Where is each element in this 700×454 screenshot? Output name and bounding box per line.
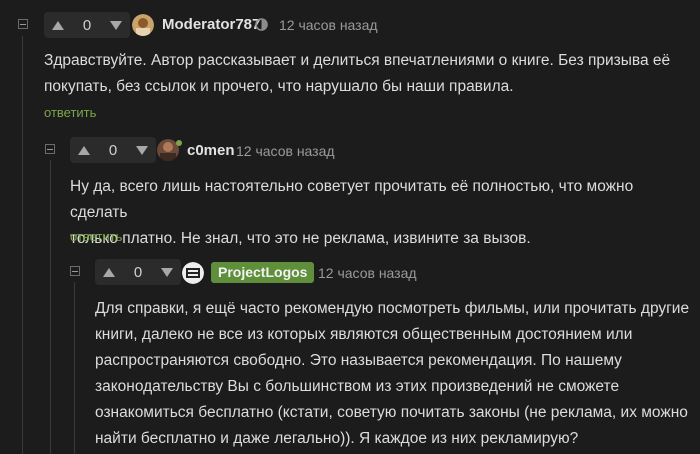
vote-widget: 0	[95, 259, 181, 285]
avatar[interactable]	[182, 262, 204, 284]
comment-text-line: только платно. Не знал, что это не рекла…	[70, 230, 531, 247]
thread-line	[22, 36, 23, 454]
comment-text: Для справки, я ещё часто рекомендую посм…	[95, 296, 695, 452]
upvote-icon[interactable]	[52, 20, 64, 30]
collapse-thread-button[interactable]	[18, 19, 28, 29]
vote-count: 0	[108, 141, 118, 159]
comment-text-line: покупать, без ссылок и прочего, что нару…	[44, 78, 514, 95]
collapse-thread-button[interactable]	[45, 144, 55, 154]
vote-widget: 0	[44, 12, 130, 38]
comment-text-line: Ну да, всего лишь настоятельно советует …	[70, 178, 634, 221]
moderator-icon	[255, 18, 268, 31]
username[interactable]: ProjectLogos	[211, 262, 315, 283]
comment-text-line: распространяются свободно. Это называетс…	[95, 352, 622, 369]
downvote-icon[interactable]	[110, 20, 122, 30]
vote-count: 0	[133, 263, 143, 281]
timestamp: 12 часов назад	[318, 265, 417, 281]
thread-line	[50, 160, 51, 454]
vote-count: 0	[82, 16, 92, 34]
upvote-icon[interactable]	[103, 267, 115, 277]
downvote-icon[interactable]	[161, 267, 173, 277]
username[interactable]: Moderator787	[162, 16, 260, 33]
reply-link[interactable]: ответить	[44, 105, 96, 120]
downvote-icon[interactable]	[136, 145, 148, 155]
comment-text: Ну да, всего лишь настоятельно советует …	[70, 174, 690, 252]
timestamp: 12 часов назад	[279, 17, 378, 33]
timestamp: 12 часов назад	[236, 143, 335, 159]
collapse-thread-button[interactable]	[70, 266, 80, 276]
vote-widget: 0	[70, 137, 156, 163]
upvote-icon[interactable]	[78, 145, 90, 155]
comment-text-line: законодательству Вы с большинством из эт…	[95, 378, 620, 395]
comment-text-line: Для справки, я ещё часто рекомендую посм…	[95, 300, 690, 317]
comment-text-line: ознакомиться бесплатно (кстати, советую …	[95, 404, 688, 421]
username[interactable]: c0men	[187, 142, 235, 159]
comment-text-line: найти бесплатно и даже легально)). Я каж…	[95, 430, 579, 447]
reply-link[interactable]: ответить	[70, 229, 122, 244]
thread-line	[74, 282, 75, 454]
comment-text: Здравствуйте. Автор рассказывает и делит…	[44, 48, 684, 100]
comment-text-line: Здравствуйте. Автор рассказывает и делит…	[44, 52, 671, 69]
online-indicator	[176, 140, 182, 146]
comment-text-line: книги, далеко не все из которых являются…	[95, 326, 633, 343]
avatar[interactable]	[132, 14, 154, 36]
